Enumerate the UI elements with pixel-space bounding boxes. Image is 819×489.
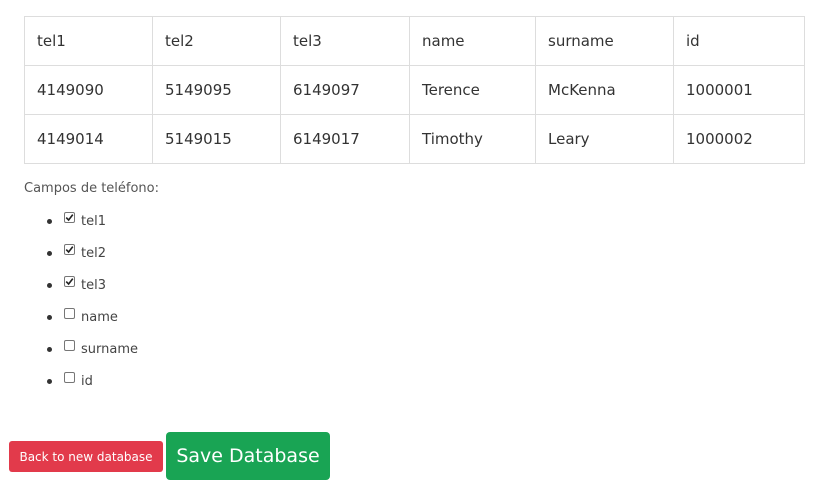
table-cell: McKenna — [535, 65, 674, 115]
bullet-icon — [47, 347, 52, 352]
table-cell: 6149017 — [280, 114, 410, 164]
column-header-tel2: tel2 — [152, 16, 281, 66]
bullet-icon — [47, 251, 52, 256]
checkmark-icon — [65, 245, 74, 253]
table-row: 4149090 5149095 6149097 Terence McKenna … — [24, 65, 805, 115]
checkbox-label[interactable]: name — [81, 310, 118, 325]
phone-field-option-tel3: tel3 — [24, 268, 138, 300]
table-cell: 4149090 — [24, 65, 153, 115]
back-to-new-database-button[interactable]: Back to new database — [9, 441, 163, 472]
checkbox-name[interactable] — [64, 307, 75, 319]
table-cell: 1000002 — [673, 114, 805, 164]
phone-fields-label: Campos de teléfono: — [24, 181, 160, 196]
bullet-icon — [47, 283, 52, 288]
phone-field-option-surname: surname — [24, 332, 138, 364]
checkbox-tel2[interactable] — [64, 243, 75, 255]
checkbox-tel1[interactable] — [64, 211, 75, 223]
table-cell: 1000001 — [673, 65, 805, 115]
bullet-icon — [47, 219, 52, 224]
column-header-id: id — [673, 16, 805, 66]
checkbox-label[interactable]: tel2 — [81, 246, 106, 261]
checkmark-icon — [65, 277, 74, 285]
checkbox-label[interactable]: tel3 — [81, 278, 106, 293]
table-cell: Terence — [409, 65, 536, 115]
table-cell: 5149095 — [152, 65, 281, 115]
checkbox-label[interactable]: id — [81, 374, 93, 389]
checkbox-surname[interactable] — [64, 339, 75, 351]
phone-fields-list: tel1 tel2 tel3 name surname id — [24, 204, 138, 396]
table-row: 4149014 5149015 6149017 Timothy Leary 10… — [24, 114, 805, 164]
data-table: tel1 tel2 tel3 name surname id 4149090 5… — [24, 16, 805, 164]
phone-field-option-name: name — [24, 300, 138, 332]
bullet-icon — [47, 379, 52, 384]
column-header-surname: surname — [535, 16, 674, 66]
bullet-icon — [47, 315, 52, 320]
table-cell: 4149014 — [24, 114, 153, 164]
checkmark-icon — [65, 213, 74, 221]
phone-field-option-tel1: tel1 — [24, 204, 138, 236]
table-cell: 6149097 — [280, 65, 410, 115]
phone-field-option-tel2: tel2 — [24, 236, 138, 268]
table-cell: Timothy — [409, 114, 536, 164]
checkbox-tel3[interactable] — [64, 275, 75, 287]
column-header-tel3: tel3 — [280, 16, 410, 66]
checkbox-label[interactable]: tel1 — [81, 214, 106, 229]
table-header-row: tel1 tel2 tel3 name surname id — [24, 16, 805, 66]
phone-field-option-id: id — [24, 364, 138, 396]
column-header-tel1: tel1 — [24, 16, 153, 66]
data-table-container: tel1 tel2 tel3 name surname id 4149090 5… — [24, 16, 805, 164]
table-cell: 5149015 — [152, 114, 281, 164]
checkbox-id[interactable] — [64, 371, 75, 383]
table-cell: Leary — [535, 114, 674, 164]
column-header-name: name — [409, 16, 536, 66]
save-database-button[interactable]: Save Database — [166, 432, 330, 480]
checkbox-label[interactable]: surname — [81, 342, 138, 357]
